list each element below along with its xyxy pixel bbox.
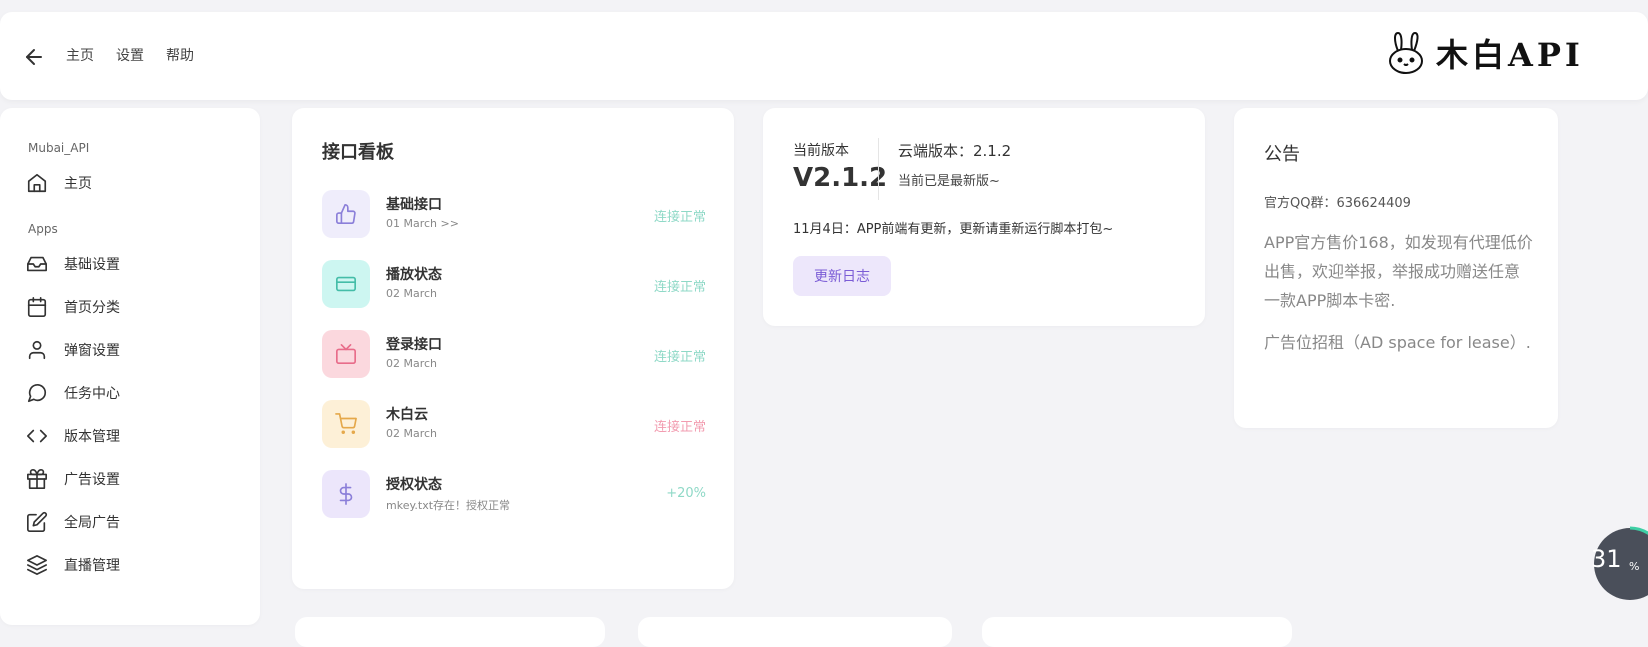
api-icon-box [322,190,370,238]
api-date: 01 March >> [386,217,459,230]
logo: 木白API [1386,30,1584,76]
user-icon [28,340,46,360]
dollar-icon [339,483,353,505]
version-card: 当前版本 V2.1.2 云端版本：2.1.2 当前已是最新版~ 11月4日：AP… [763,108,1205,326]
sidebar: Mubai_API 主页 Apps 基础设置 首页分类 弹窗设置 任务中心 版本… [0,108,260,625]
top-nav-settings[interactable]: 设置 [116,45,144,65]
api-date: 02 March [386,427,438,440]
calendar-icon [27,297,47,317]
api-name: 授权状态 [386,477,442,493]
board-title: 接口看板 [322,142,394,163]
sidebar-item-popup-settings[interactable]: 弹窗设置 [26,339,120,361]
home-icon [27,173,47,193]
notice-text: APP官方售价168，如发现有代理低价出售，欢迎举报，举报成功赠送任意一款APP… [1264,233,1533,310]
sidebar-item-label: 任务中心 [64,386,120,402]
notice-title: 公告 [1264,144,1300,165]
credit-card-icon [336,276,356,292]
version-divider [878,138,879,200]
sidebar-item-task-center[interactable]: 任务中心 [26,382,120,404]
layers-icon [27,555,47,575]
changelog-button[interactable]: 更新日志 [793,256,891,296]
sidebar-item-label: 基础设置 [64,257,120,273]
api-status: 连接正常 [653,280,706,295]
back-arrow-icon[interactable] [22,45,46,69]
sidebar-item-basic-settings[interactable]: 基础设置 [26,253,120,275]
api-name: 基础接口 [386,197,442,213]
notice-qq-group: 官方QQ群：636624409 [1264,196,1411,211]
sidebar-item-live-management[interactable]: 直播管理 [26,554,120,576]
top-nav-help[interactable]: 帮助 [166,45,194,65]
thumbs-up-icon [336,204,356,224]
api-name: 木白云 [386,407,428,423]
api-row-authorization[interactable]: 授权状态 mkey.txt存在！授权正常 +20% [322,470,706,520]
api-icon-box [322,330,370,378]
notice-card: 公告 官方QQ群：636624409 APP官方售价168，如发现有代理低价出售… [1234,108,1558,428]
shopping-cart-icon [335,413,357,434]
api-date: 02 March [386,287,438,300]
sidebar-item-label: 全局广告 [64,515,120,531]
top-nav: 主页 设置 帮助 [66,45,194,65]
notice-ad-text: 广告位招租（AD space for lease）. [1264,333,1531,352]
api-icon-box [322,470,370,518]
api-name: 登录接口 [386,337,442,353]
sidebar-item-global-ads[interactable]: 全局广告 [26,511,120,533]
gift-icon [27,469,47,489]
top-bar: 主页 设置 帮助 木白API [0,12,1648,100]
current-version-number: V2.1.2 [793,163,888,193]
sidebar-item-label: 弹窗设置 [64,343,120,359]
sidebar-item-label: 主页 [64,176,92,192]
edit-icon [27,511,48,532]
bottom-card [638,617,952,647]
api-row-mubai-cloud[interactable]: 木白云 02 March 连接正常 [322,400,706,450]
bottom-card [295,617,605,647]
sidebar-item-label: 版本管理 [64,429,120,445]
update-note: 11月4日：APP前端有更新，更新请重新运行脚本打包~ [793,222,1114,237]
progress-value: 31 [1591,545,1622,573]
latest-status: 当前已是最新版~ [898,174,1000,189]
sidebar-item-home-category[interactable]: 首页分类 [26,296,120,318]
current-version-label: 当前版本 [793,143,849,159]
message-circle-icon [27,384,47,403]
api-row-basic[interactable]: 基础接口 01 March >> 连接正常 [322,190,706,240]
progress-unit: % [1629,560,1640,573]
api-date: 02 March [386,357,438,370]
api-icon-box [322,400,370,448]
api-row-playback[interactable]: 播放状态 02 March 连接正常 [322,260,706,310]
sidebar-item-label: 直播管理 [64,558,120,574]
sidebar-item-home[interactable]: 主页 [26,172,92,194]
api-status: +20% [666,486,706,501]
api-row-login[interactable]: 登录接口 02 March 连接正常 [322,330,706,380]
api-icon-box [322,260,370,308]
sidebar-item-label: 广告设置 [64,472,120,488]
api-status: 连接正常 [653,420,706,435]
sidebar-section-apps: Apps [28,222,58,236]
api-status: 连接正常 [653,210,706,225]
logo-text: 木白API [1436,36,1584,74]
cloud-version: 云端版本：2.1.2 [898,142,1012,160]
api-date: mkey.txt存在！授权正常 [386,499,511,512]
sidebar-section-title: Mubai_API [28,141,90,155]
code-icon [27,429,47,443]
inbox-icon [27,256,47,272]
sidebar-item-version-management[interactable]: 版本管理 [26,425,120,447]
interface-board-card: 接口看板 基础接口 01 March >> 连接正常 播放状态 02 March… [292,108,734,589]
api-name: 播放状态 [386,267,442,283]
rabbit-logo-icon [1389,31,1423,74]
sidebar-item-label: 首页分类 [64,300,120,316]
sidebar-item-ad-settings[interactable]: 广告设置 [26,468,120,490]
api-status: 连接正常 [653,350,706,365]
bottom-card [982,617,1292,647]
tv-icon [336,344,356,364]
top-nav-home[interactable]: 主页 [66,45,94,65]
